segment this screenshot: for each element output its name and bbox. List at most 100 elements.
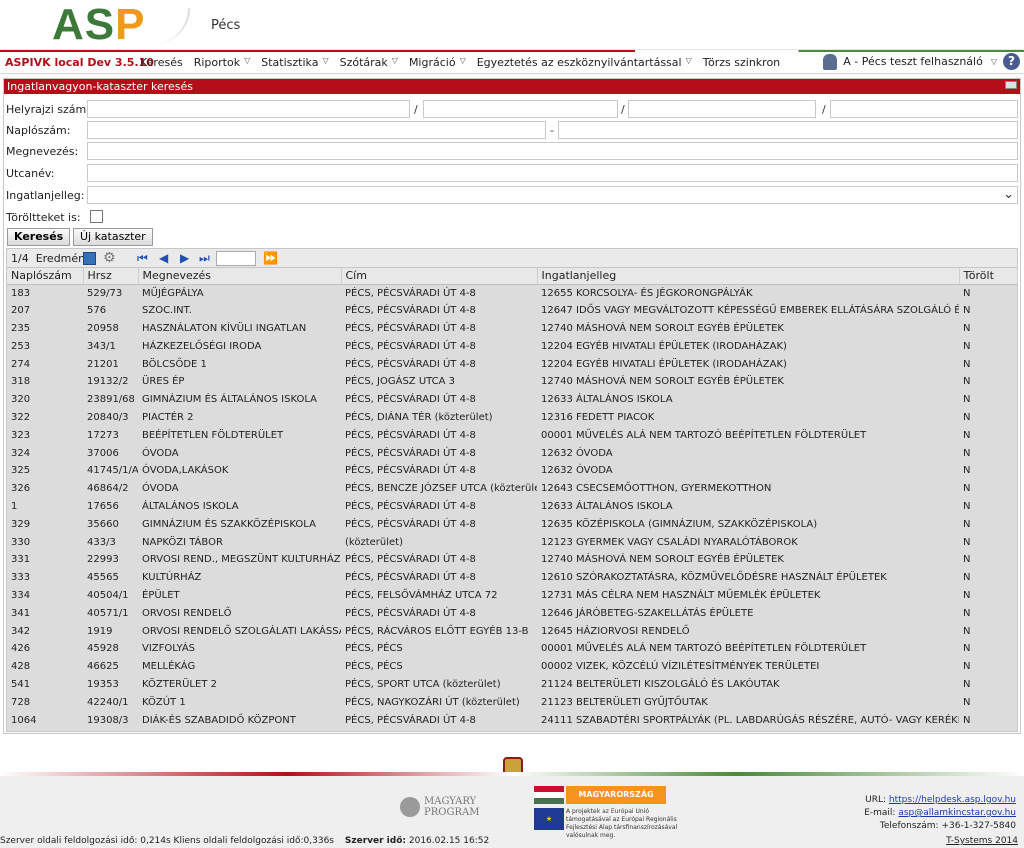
table-cell: 21201 bbox=[87, 358, 119, 370]
save-icon[interactable] bbox=[83, 252, 96, 265]
table-row[interactable]: 1064 19308/3 DIÁK-ÉS SZABADIDŐ KÖZPONT PÉCS… bbox=[7, 711, 1017, 729]
table-row[interactable]: 274 21201 BÖLCSŐDE 1 PÉCS, PÉCSVÁRADI ÚT 4-… bbox=[7, 355, 1017, 373]
helyrajzi-input-4[interactable] bbox=[830, 100, 1018, 118]
table-cell: 433/3 bbox=[87, 536, 116, 548]
table-cell: PÉCS, SPORT UTCA (közterület) bbox=[345, 678, 501, 690]
table-cell: 326 bbox=[11, 483, 31, 495]
menu-item-5[interactable]: Egyeztetés az eszköznyilvántartással bbox=[477, 56, 682, 69]
asp-logo[interactable]: ASP bbox=[52, 2, 145, 48]
table-row[interactable]: 728 42240/1 KÖZÚT 1 PÉCS, NAGYKOZÁRI ÚT (kö… bbox=[7, 693, 1017, 711]
chevron-down-icon[interactable]: ▽ bbox=[460, 56, 466, 69]
table-row[interactable]: 541 19353 KÖZTERÜLET 2 PÉCS, SPORT UTCA (kö… bbox=[7, 676, 1017, 694]
gear-icon[interactable]: ⚙ bbox=[103, 250, 116, 266]
table-row[interactable]: 330 433/3 NAPKÖZI TÁBOR (közterület) 12123 G… bbox=[7, 533, 1017, 551]
column-header-0[interactable]: Naplószám bbox=[7, 268, 84, 285]
user-box[interactable]: A - Pécs teszt felhasználó ▽ ? bbox=[823, 53, 1020, 70]
chevron-down-icon[interactable]: ⌄ bbox=[1003, 187, 1014, 202]
table-row[interactable]: 342 1919 ORVOSI RENDELŐ SZOLGÁLATI LAKÁSSA… bbox=[7, 622, 1017, 640]
table-row[interactable]: 183 529/73 MŰJÉGPÁLYA PÉCS, PÉCSVÁRADI ÚT 4… bbox=[7, 284, 1017, 302]
table-cell: 00001 MŰVELÉS ALÁ NEM TARTOZÓ BEÉPÍTETLE… bbox=[541, 429, 867, 441]
pager-bar: 1/4 Eredmény ⚙ ⏮ ◀ ▶ ⏭ ⏩ bbox=[7, 249, 1017, 268]
column-header-5[interactable]: Törölt bbox=[959, 268, 1018, 285]
column-header-1[interactable]: Hrsz bbox=[83, 268, 139, 285]
table-cell: 12643 CSECSEMŐOTTHON, GYERMEKOTTHON bbox=[541, 483, 772, 495]
copyright-link[interactable]: T-Systems 2014 bbox=[946, 836, 1018, 846]
table-row[interactable]: 329 35660 GIMNÁZIUM ÉS SZAKKÖZÉPISKOLA PÉCS… bbox=[7, 515, 1017, 533]
menu-item-1[interactable]: Riportok bbox=[194, 56, 240, 69]
menu-item-0[interactable]: Keresés bbox=[140, 56, 183, 69]
minimize-icon[interactable] bbox=[1005, 81, 1017, 89]
menu-item-6[interactable]: Törzs szinkron bbox=[703, 56, 780, 69]
menu-item-2[interactable]: Statisztika bbox=[261, 56, 318, 69]
table-row[interactable]: 253 343/1 HÁZKEZELŐSÉGI IRODA PÉCS, PÉCSVÁR… bbox=[7, 337, 1017, 355]
table-cell: VIZFOLYÁS bbox=[142, 643, 196, 655]
helyrajzi-input-1[interactable] bbox=[87, 100, 410, 118]
next-page-icon[interactable]: ▶ bbox=[180, 252, 189, 264]
table-row[interactable]: 323 17273 BEÉPÍTETLEN FÖLDTERÜLET PÉCS, PÉC… bbox=[7, 426, 1017, 444]
table-row[interactable]: 325 41745/1/A ÓVODA,LAKÁSOK PÉCS, PÉCSVÁRAD… bbox=[7, 462, 1017, 480]
menu-item-3[interactable]: Szótárak bbox=[340, 56, 388, 69]
chevron-down-icon[interactable]: ▽ bbox=[686, 56, 692, 69]
table-row[interactable]: 428 46625 MELLÉKÁG PÉCS, PÉCS 00002 VIZEK, K… bbox=[7, 658, 1017, 676]
table-cell: 00002 VIZEK, KÖZCÉLÚ VÍZILÉTESÍTMÉNYEK T… bbox=[541, 661, 820, 673]
column-header-4[interactable]: Ingatlanjelleg bbox=[537, 268, 960, 285]
table-cell: PÉCS, PÉCS bbox=[345, 661, 403, 673]
menu-item-4[interactable]: Migráció bbox=[409, 56, 456, 69]
table-cell: 529/73 bbox=[87, 287, 123, 299]
slash-sep-2: / bbox=[621, 103, 625, 116]
helpdesk-link[interactable]: https://helpdesk.asp.lgov.hu bbox=[889, 795, 1016, 805]
column-header-2[interactable]: Megnevezés bbox=[138, 268, 342, 285]
chevron-down-icon[interactable]: ▽ bbox=[244, 56, 250, 69]
prev-page-icon[interactable]: ◀ bbox=[159, 252, 168, 264]
email-link[interactable]: asp@allamkincstar.gov.hu bbox=[898, 808, 1016, 818]
naplo-input-from[interactable] bbox=[87, 121, 546, 139]
main-menu: Keresés Riportok ▽ Statisztika ▽ Szótárak ▽ Mig… bbox=[140, 56, 780, 69]
help-icon[interactable]: ? bbox=[1003, 53, 1020, 70]
megnevezes-input[interactable] bbox=[87, 142, 1018, 160]
table-row[interactable]: 333 45565 KULTÚRHÁZ PÉCS, PÉCSVÁRADI ÚT 4-8… bbox=[7, 569, 1017, 587]
eu-flag-icon: ★ bbox=[534, 808, 564, 830]
last-page-icon[interactable]: ⏭ bbox=[199, 252, 210, 264]
utcanev-input[interactable] bbox=[87, 164, 1018, 182]
table-row[interactable]: 322 20840/3 PIACTÉR 2 PÉCS, DIÁNA TÉR (közt… bbox=[7, 409, 1017, 427]
table-row[interactable]: 318 19132/2 ÜRES ÉP PÉCS, JOGÁSZ UTCA 3 1274… bbox=[7, 373, 1017, 391]
table-row[interactable]: 341 40571/1 ORVOSI RENDELŐ PÉCS, PÉCSVÁRADI… bbox=[7, 604, 1017, 622]
ingatlanjelleg-select[interactable]: ⌄ bbox=[87, 186, 1018, 204]
slash-sep-1: / bbox=[414, 103, 418, 116]
table-row[interactable]: 326 46864/2 ÓVODA PÉCS, BENCZE JÓZSEF UTCA … bbox=[7, 480, 1017, 498]
phone-label: Telefonszám: bbox=[879, 821, 939, 831]
status-bar: Szerver oldali feldolgozási idő: 0,214s … bbox=[0, 836, 489, 846]
search-button[interactable]: Keresés bbox=[7, 228, 71, 246]
table-row[interactable]: 331 22993 ORVOSI REND., MEGSZÜNT KULTURHÁZ… bbox=[7, 551, 1017, 569]
helyrajzi-input-3[interactable] bbox=[628, 100, 816, 118]
table-cell: HÁZKEZELŐSÉGI IRODA bbox=[142, 340, 262, 352]
results-grid: 1/4 Eredmény ⚙ ⏮ ◀ ▶ ⏭ ⏩ Naplószám Hrsz Me… bbox=[6, 248, 1018, 732]
logo-swoosh bbox=[150, 8, 190, 44]
table-cell: PÉCS, RÁCVÁROS ELŐTT EGYÉB 13-B bbox=[345, 625, 529, 637]
table-row[interactable]: 334 40504/1 ÉPÜLET PÉCS, FELSŐVÁMHÁZ UTCA 7… bbox=[7, 587, 1017, 605]
app-version[interactable]: ASPIVK local Dev 3.5.10 bbox=[5, 56, 154, 69]
chevron-down-icon[interactable]: ▽ bbox=[322, 56, 328, 69]
go-page-icon[interactable]: ⏩ bbox=[263, 252, 278, 264]
table-cell: N bbox=[963, 376, 971, 388]
table-row[interactable]: 320 23891/68 GIMNÁZIUM ÉS ÁLTALÁNOS ISKOLA… bbox=[7, 391, 1017, 409]
table-row[interactable]: 324 37006 ÓVODA PÉCS, PÉCSVÁRADI ÚT 4-8 1263… bbox=[7, 444, 1017, 462]
table-row[interactable]: 235 20958 HASZNÁLATON KÍVÜLI INGATLAN PÉCS,… bbox=[7, 320, 1017, 338]
chevron-down-icon[interactable]: ▽ bbox=[392, 56, 398, 69]
first-page-icon[interactable]: ⏮ bbox=[137, 252, 148, 264]
table-cell: KÖZÚT 1 bbox=[142, 696, 186, 708]
table-row[interactable]: 207 576 SZOC.INT. PÉCS, PÉCSVÁRADI ÚT 4-8 12… bbox=[7, 302, 1017, 320]
table-cell: 253 bbox=[11, 340, 31, 352]
table-cell: 325 bbox=[11, 465, 31, 477]
table-cell: 12632 ÓVODA bbox=[541, 447, 613, 459]
column-header-3[interactable]: Cím bbox=[341, 268, 538, 285]
table-row[interactable]: 426 45928 VIZFOLYÁS PÉCS, PÉCS 00001 MŰVELÉS… bbox=[7, 640, 1017, 658]
user-name[interactable]: A - Pécs teszt felhasználó bbox=[843, 55, 983, 68]
chevron-down-icon[interactable]: ▽ bbox=[991, 57, 997, 66]
toroltek-checkbox[interactable] bbox=[90, 210, 103, 223]
naplo-input-to[interactable] bbox=[558, 121, 1018, 139]
table-row[interactable]: 1 17656 ÁLTALÁNOS ISKOLA PÉCS, PÉCSVÁRADI Ú… bbox=[7, 498, 1017, 516]
new-kataszter-button[interactable]: Új kataszter bbox=[73, 228, 153, 246]
helyrajzi-input-2[interactable] bbox=[423, 100, 618, 118]
page-number-input[interactable] bbox=[216, 251, 256, 266]
